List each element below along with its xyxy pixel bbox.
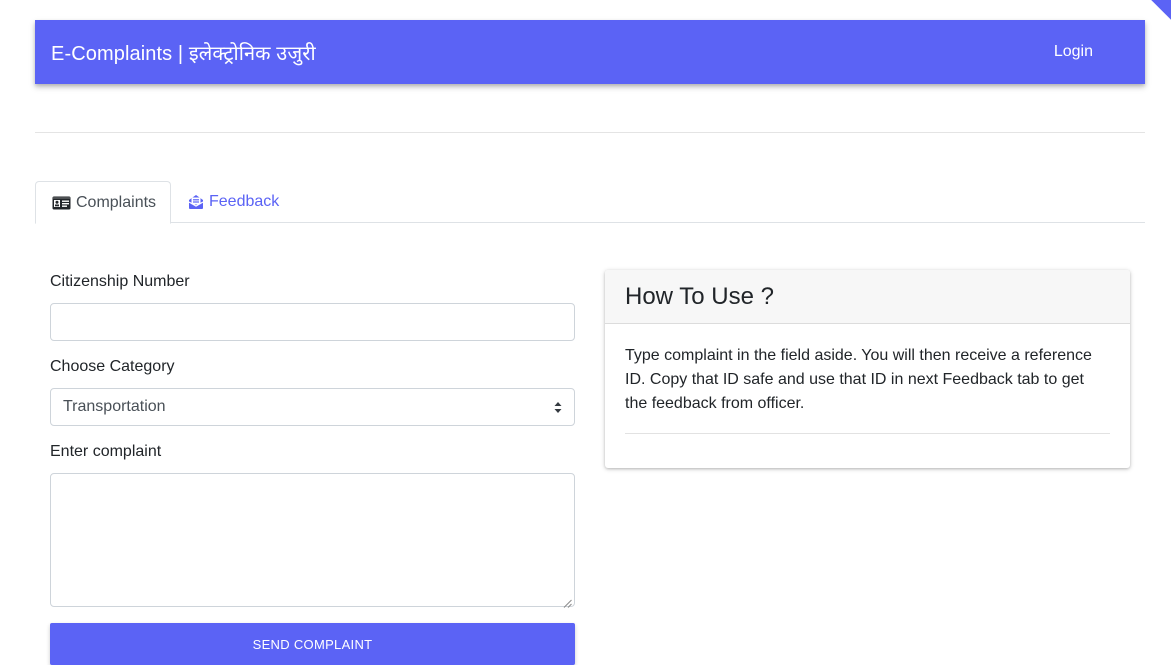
send-complaint-button[interactable]: SEND COMPLAINT [50,623,575,665]
category-select[interactable]: Transportation [50,388,575,426]
card-body: Type complaint in the field aside. You w… [605,324,1130,434]
card-title: How To Use ? [605,270,1130,324]
section-divider [35,132,1145,133]
resize-grip-icon[interactable] [563,595,572,608]
tab-feedback-label: Feedback [209,193,280,210]
category-label: Choose Category [50,358,175,375]
navbar: E-Complaints | इलेक्ट्रोनिक उजुरी Login [35,20,1145,84]
citizenship-label: Citizenship Number [50,273,190,290]
card-divider [625,433,1110,434]
tab-complaints[interactable]: Complaints [35,181,171,224]
category-selected-value: Transportation [63,398,166,415]
complaint-label: Enter complaint [50,443,162,460]
brand-title[interactable]: E-Complaints | इलेक्ट्रोनिक उजुरी [51,39,316,66]
complaint-form: Citizenship Number Choose Category Trans… [50,272,575,665]
complaint-textarea[interactable] [50,473,575,608]
select-arrows-icon [554,401,562,414]
login-link[interactable]: Login [1054,43,1093,61]
inbox-envelope-icon [188,194,204,210]
card-body-text: Type complaint in the field aside. You w… [625,347,1092,412]
citizenship-number-input[interactable] [50,303,575,341]
corner-decoration [1151,0,1171,20]
tab-feedback[interactable]: Feedback [172,181,295,223]
tab-bar: Complaints Feedback [35,181,1145,224]
tab-complaints-label: Complaints [76,193,157,211]
how-to-use-card: How To Use ? Type complaint in the field… [605,270,1130,468]
id-card-icon [52,196,71,210]
